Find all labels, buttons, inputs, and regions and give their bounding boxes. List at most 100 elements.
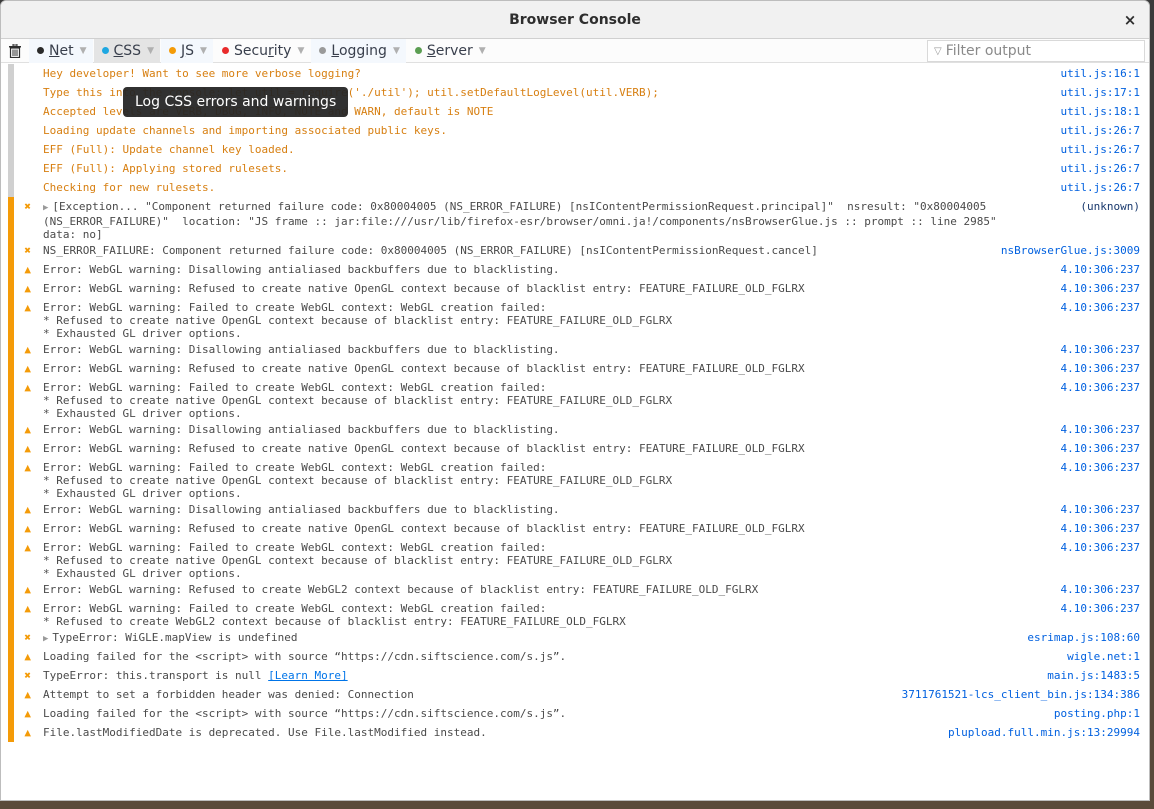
console-message: ▲ Error: WebGL warning: Failed to create … (1, 378, 1149, 420)
message-source-link[interactable]: esrimap.js:108:60 (1027, 631, 1149, 647)
message-body: Loading update channels and importing as… (43, 124, 447, 137)
message-source-link[interactable]: 4.10:306:237 (1061, 541, 1149, 580)
message-body: Attempt to set a forbidden header was de… (43, 688, 414, 701)
message-category-bar (8, 723, 14, 742)
message-body: Error: WebGL warning: Refused to create … (43, 282, 805, 295)
message-source-link[interactable]: util.js:26:7 (1061, 181, 1149, 197)
message-source-link[interactable]: util.js:26:7 (1061, 124, 1149, 140)
message-source-link[interactable]: main.js:1483:5 (1047, 669, 1149, 685)
trash-icon (9, 43, 21, 58)
filter-label: JS (181, 42, 195, 59)
title-bar: Browser Console × (1, 1, 1149, 39)
message-body: TypeError: this.transport is null (43, 669, 269, 682)
message-body: Error: WebGL warning: Failed to create W… (43, 301, 673, 340)
filter-js-button[interactable]: JS ▼ (161, 38, 213, 63)
message-text: Error: WebGL warning: Refused to create … (43, 282, 1061, 298)
status-dot-icon (221, 47, 229, 54)
message-body: Error: WebGL warning: Disallowing antial… (43, 423, 560, 436)
chevron-down-icon[interactable]: ▼ (393, 46, 400, 56)
message-source-link[interactable]: util.js:18:1 (1061, 105, 1149, 121)
filter-net-button[interactable]: Net ▼ (29, 38, 93, 63)
message-text: Error: WebGL warning: Failed to create W… (43, 602, 1061, 628)
console-message: ▲ Error: WebGL warning: Refused to create… (1, 359, 1149, 378)
chevron-down-icon[interactable]: ▼ (297, 46, 304, 56)
close-icon[interactable]: × (1121, 11, 1139, 29)
filter-label: Server (426, 42, 473, 59)
message-text: Error: WebGL warning: Disallowing antial… (43, 503, 1061, 519)
message-body: NS_ERROR_FAILURE: Component returned fai… (43, 244, 818, 257)
message-source-link[interactable]: 4.10:306:237 (1061, 282, 1149, 298)
console-message: ▲ Loading failed for the <script> with so… (1, 647, 1149, 666)
filter-output-input[interactable] (945, 43, 1126, 59)
filter-security-button[interactable]: Security ▼ (214, 39, 310, 63)
message-source-link[interactable]: util.js:26:7 (1061, 162, 1149, 178)
filter-output-field[interactable]: ▽ (927, 40, 1145, 62)
message-source-link[interactable]: nsBrowserGlue.js:3009 (1001, 244, 1149, 260)
message-source-link[interactable]: 3711761521-lcs_client_bin.js:134:386 (902, 688, 1149, 704)
message-source-link[interactable]: 4.10:306:237 (1061, 263, 1149, 279)
filter-label: Security (233, 42, 292, 59)
chevron-down-icon[interactable]: ▼ (479, 46, 486, 56)
message-text: Hey developer! Want to see more verbose … (43, 67, 1061, 83)
message-source-link[interactable]: 4.10:306:237 (1061, 381, 1149, 420)
console-message: ▲ Error: WebGL warning: Refused to create… (1, 519, 1149, 538)
message-category-bar (8, 685, 14, 704)
message-body: Error: WebGL warning: Failed to create W… (43, 602, 626, 628)
message-category-bar (8, 704, 14, 723)
message-category-bar (8, 359, 14, 378)
message-source-link[interactable]: util.js:26:7 (1061, 143, 1149, 159)
console-message: ▲ Error: WebGL warning: Failed to create … (1, 599, 1149, 628)
message-category-bar (8, 647, 14, 666)
message-source-link[interactable]: 4.10:306:237 (1061, 522, 1149, 538)
filter-css-button[interactable]: CSS ▼ (93, 38, 160, 63)
console-message: ▲ Error: WebGL warning: Failed to create … (1, 538, 1149, 580)
console-message: ✖ ▶ [Exception... "Component returned fail… (1, 197, 1149, 241)
chevron-down-icon[interactable]: ▼ (80, 46, 87, 56)
learn-more-link[interactable]: [Learn More] (268, 669, 347, 682)
message-source-link[interactable]: 4.10:306:237 (1061, 442, 1149, 458)
funnel-icon: ▽ (934, 45, 942, 57)
chevron-down-icon[interactable]: ▼ (147, 46, 154, 56)
console-message: ✖ ▶ TypeError: WiGLE.mapView is undefined e… (1, 628, 1149, 647)
message-source-link[interactable]: 4.10:306:237 (1061, 503, 1149, 519)
message-text: File.lastModifiedDate is deprecated. Use… (43, 726, 948, 742)
message-source-link[interactable]: posting.php:1 (1054, 707, 1149, 723)
message-body: Loading failed for the <script> with sou… (43, 707, 567, 720)
chevron-down-icon[interactable]: ▼ (200, 46, 207, 56)
console-message: Hey developer! Want to see more verbose … (1, 64, 1149, 83)
console-message: ▲ Error: WebGL warning: Disallowing antia… (1, 500, 1149, 519)
message-source-link[interactable]: 4.10:306:237 (1061, 461, 1149, 500)
message-source-link[interactable]: 4.10:306:237 (1061, 362, 1149, 378)
console-message: EFF (Full): Update channel key loaded. ut… (1, 140, 1149, 159)
message-source-link[interactable]: wigle.net:1 (1067, 650, 1149, 666)
message-source-link[interactable]: util.js:17:1 (1061, 86, 1149, 102)
message-category-bar (8, 599, 14, 628)
message-text: Loading failed for the <script> with sou… (43, 707, 1054, 723)
message-category-bar (8, 628, 14, 647)
message-text: Attempt to set a forbidden header was de… (43, 688, 902, 704)
filter-logging-button[interactable]: Logging ▼ (311, 38, 406, 63)
message-source-link[interactable]: 4.10:306:237 (1061, 301, 1149, 340)
console-message: ▲ Loading failed for the <script> with so… (1, 704, 1149, 723)
console-message: ▲ Error: WebGL warning: Failed to create … (1, 298, 1149, 340)
expand-arrow-icon[interactable]: ▶ (43, 203, 48, 213)
console-message: EFF (Full): Applying stored rulesets. uti… (1, 159, 1149, 178)
message-source-link[interactable]: util.js:16:1 (1061, 67, 1149, 83)
message-source-link[interactable]: 4.10:306:237 (1061, 343, 1149, 359)
console-message: ▲ Error: WebGL warning: Failed to create … (1, 458, 1149, 500)
status-dot-icon (319, 47, 327, 54)
expand-arrow-icon[interactable]: ▶ (43, 634, 48, 644)
status-dot-icon (101, 47, 109, 54)
status-dot-icon (37, 47, 44, 54)
message-body: Error: WebGL warning: Refused to create … (43, 442, 805, 455)
message-text: EFF (Full): Applying stored rulesets. (43, 162, 1061, 178)
console-message: ▲ Error: WebGL warning: Refused to create… (1, 279, 1149, 298)
message-text: Error: WebGL warning: Disallowing antial… (43, 343, 1061, 359)
message-source-link[interactable]: 4.10:306:237 (1061, 423, 1149, 439)
message-source-link[interactable]: 4.10:306:237 (1061, 583, 1149, 599)
message-text: ▶ [Exception... "Component returned failu… (43, 200, 1080, 241)
clear-console-button[interactable] (1, 39, 29, 63)
filter-server-button[interactable]: Server ▼ (407, 39, 492, 63)
message-source-link[interactable]: 4.10:306:237 (1061, 602, 1149, 628)
message-source-link[interactable]: plupload.full.min.js:13:29994 (948, 726, 1149, 742)
